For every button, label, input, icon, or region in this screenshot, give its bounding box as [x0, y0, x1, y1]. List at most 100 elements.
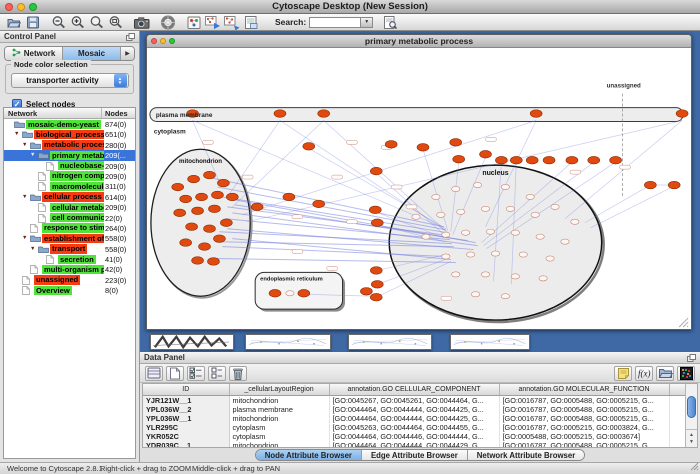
network-canvas[interactable]: plasma membranecytoplasmmitochondrionnuc…	[147, 48, 691, 329]
network-node[interactable]	[511, 230, 519, 235]
table-row[interactable]: YPL036W__1mitochondrion[GO:0044464, GO:0…	[143, 414, 685, 423]
annotation-note-icon[interactable]	[614, 366, 632, 381]
network-node[interactable]	[571, 219, 579, 224]
network-node[interactable]	[180, 195, 192, 203]
tab-network[interactable]: Network	[5, 47, 63, 60]
tree-item-establishment-of-lo[interactable]: ▼establishment of lo558(0)	[4, 233, 135, 243]
import-network-icon[interactable]	[203, 15, 222, 30]
attribute-table-icon[interactable]	[145, 366, 163, 381]
network-node[interactable]	[172, 183, 184, 191]
tree-item-macromolecule[interactable]: macromolecule311(0)	[4, 181, 135, 191]
network-node[interactable]	[481, 272, 489, 277]
help-icon[interactable]	[158, 15, 177, 30]
scrollbar-arrows[interactable]: ▲▼	[686, 429, 697, 447]
network-close-button[interactable]	[151, 38, 157, 44]
network-node[interactable]	[186, 223, 198, 231]
search-dropdown-icon[interactable]: ▼	[361, 17, 373, 28]
network-node[interactable]	[298, 289, 310, 297]
tree-item-nucleobase-[interactable]: nucleobase-209(0)	[4, 161, 135, 171]
network-node[interactable]	[551, 204, 559, 209]
minimize-button[interactable]	[17, 3, 25, 11]
network-overlay-icon[interactable]	[222, 15, 241, 30]
network-node[interactable]	[442, 232, 450, 237]
network-view-window[interactable]: primary metabolic process plasma membran…	[146, 34, 692, 330]
zoom-button[interactable]	[29, 3, 37, 11]
table-row[interactable]: YLR295Ccytoplasm[GO:0045263, GO:0044464,…	[143, 423, 685, 432]
zoom-in-icon[interactable]	[68, 15, 87, 30]
network-node[interactable]	[286, 291, 294, 296]
minimized-network-window-3[interactable]	[348, 334, 432, 350]
network-node[interactable]	[199, 243, 211, 251]
network-node[interactable]	[480, 150, 492, 158]
tree-item-biological-process[interactable]: ▼biological_process651(0)	[4, 129, 135, 139]
network-node[interactable]	[213, 235, 225, 243]
network-node[interactable]	[283, 193, 295, 201]
network-node[interactable]	[204, 225, 216, 233]
network-node[interactable]	[539, 276, 547, 281]
network-node[interactable]	[251, 203, 263, 211]
network-node[interactable]	[303, 143, 315, 151]
network-node[interactable]	[526, 156, 538, 164]
network-node[interactable]	[486, 229, 494, 234]
network-node[interactable]	[473, 182, 481, 187]
tree-item-mosaic-demo-yeast[interactable]: mosaic-demo-yeast874(0)	[4, 119, 135, 129]
column-header[interactable]: annotation.GO MOLECULAR_FUNCTION	[499, 384, 669, 395]
network-node[interactable]	[526, 194, 534, 199]
network-node[interactable]	[452, 186, 460, 191]
import-attributes-icon[interactable]	[656, 366, 674, 381]
network-node[interactable]	[644, 181, 656, 189]
network-node[interactable]	[192, 207, 204, 215]
network-node[interactable]	[546, 256, 554, 261]
network-node[interactable]	[531, 212, 539, 217]
network-node[interactable]	[226, 193, 238, 201]
tree-item-secretion[interactable]: secretion41(0)	[4, 254, 135, 264]
resize-grip-icon[interactable]	[690, 462, 699, 473]
network-node[interactable]	[196, 193, 208, 201]
network-node[interactable]	[668, 181, 680, 189]
network-node[interactable]	[432, 194, 440, 199]
table-scrollbar[interactable]: ▲▼	[685, 384, 697, 447]
table-row[interactable]: YPL036W__2plasma membrane[GO:0044464, GO…	[143, 405, 685, 414]
network-node[interactable]	[519, 252, 527, 257]
zoom-fit-icon[interactable]	[106, 15, 125, 30]
select-attributes-icon[interactable]	[187, 366, 205, 381]
tree-item-multi-organism-pro[interactable]: multi-organism pro42(0)	[4, 264, 135, 274]
network-node[interactable]	[369, 206, 381, 214]
network-node[interactable]	[610, 156, 622, 164]
network-node[interactable]	[204, 171, 216, 179]
network-node[interactable]	[174, 209, 186, 217]
network-node[interactable]	[211, 191, 223, 199]
advanced-search-icon[interactable]	[380, 15, 399, 30]
network-node[interactable]	[676, 110, 688, 118]
tree-item-cellular-process[interactable]: ▼cellular process614(0)	[4, 192, 135, 202]
snapshot-icon[interactable]	[132, 15, 151, 30]
function-builder-icon[interactable]: f(x)	[635, 366, 653, 381]
minimized-network-window-1[interactable]	[150, 334, 234, 350]
table-row[interactable]: YKR052Ccytoplasm[GO:0044464, GO:0044446,…	[143, 432, 685, 441]
network-node[interactable]	[510, 156, 522, 164]
network-node[interactable]	[452, 272, 460, 277]
tree-item-overview[interactable]: Overview8(0)	[4, 285, 135, 295]
delete-attribute-icon[interactable]	[229, 366, 247, 381]
network-node[interactable]	[422, 234, 430, 239]
tree-item-cell-communicat[interactable]: cell communicat22(0)	[4, 213, 135, 223]
column-header[interactable]: annotation.GO CELLULAR_COMPONENT	[329, 384, 499, 395]
network-node[interactable]	[453, 155, 465, 163]
column-header[interactable]: ID	[143, 384, 229, 395]
network-node[interactable]	[501, 184, 509, 189]
save-session-icon[interactable]	[23, 15, 42, 30]
tree-item-metabolic-process[interactable]: ▼metabolic process280(0)	[4, 140, 135, 150]
table-row[interactable]: YJR121W__1mitochondrion[GO:0045267, GO:0…	[143, 395, 685, 405]
network-graph[interactable]: plasma membranecytoplasmmitochondrionnuc…	[147, 48, 691, 329]
attribute-matrix-icon[interactable]	[677, 366, 695, 381]
tree-item-transport[interactable]: ▼transport558(0)	[4, 244, 135, 254]
network-node[interactable]	[217, 179, 229, 187]
network-node[interactable]	[220, 219, 232, 227]
network-node[interactable]	[536, 234, 544, 239]
column-header[interactable]: _cellularLayoutRegion	[229, 384, 329, 395]
tree-expand-arrow-icon[interactable]: ▼	[22, 142, 27, 148]
scrollbar-thumb[interactable]	[687, 396, 696, 418]
search-input[interactable]	[309, 17, 361, 28]
vizmapper-icon[interactable]	[184, 15, 203, 30]
network-node[interactable]	[274, 110, 286, 118]
